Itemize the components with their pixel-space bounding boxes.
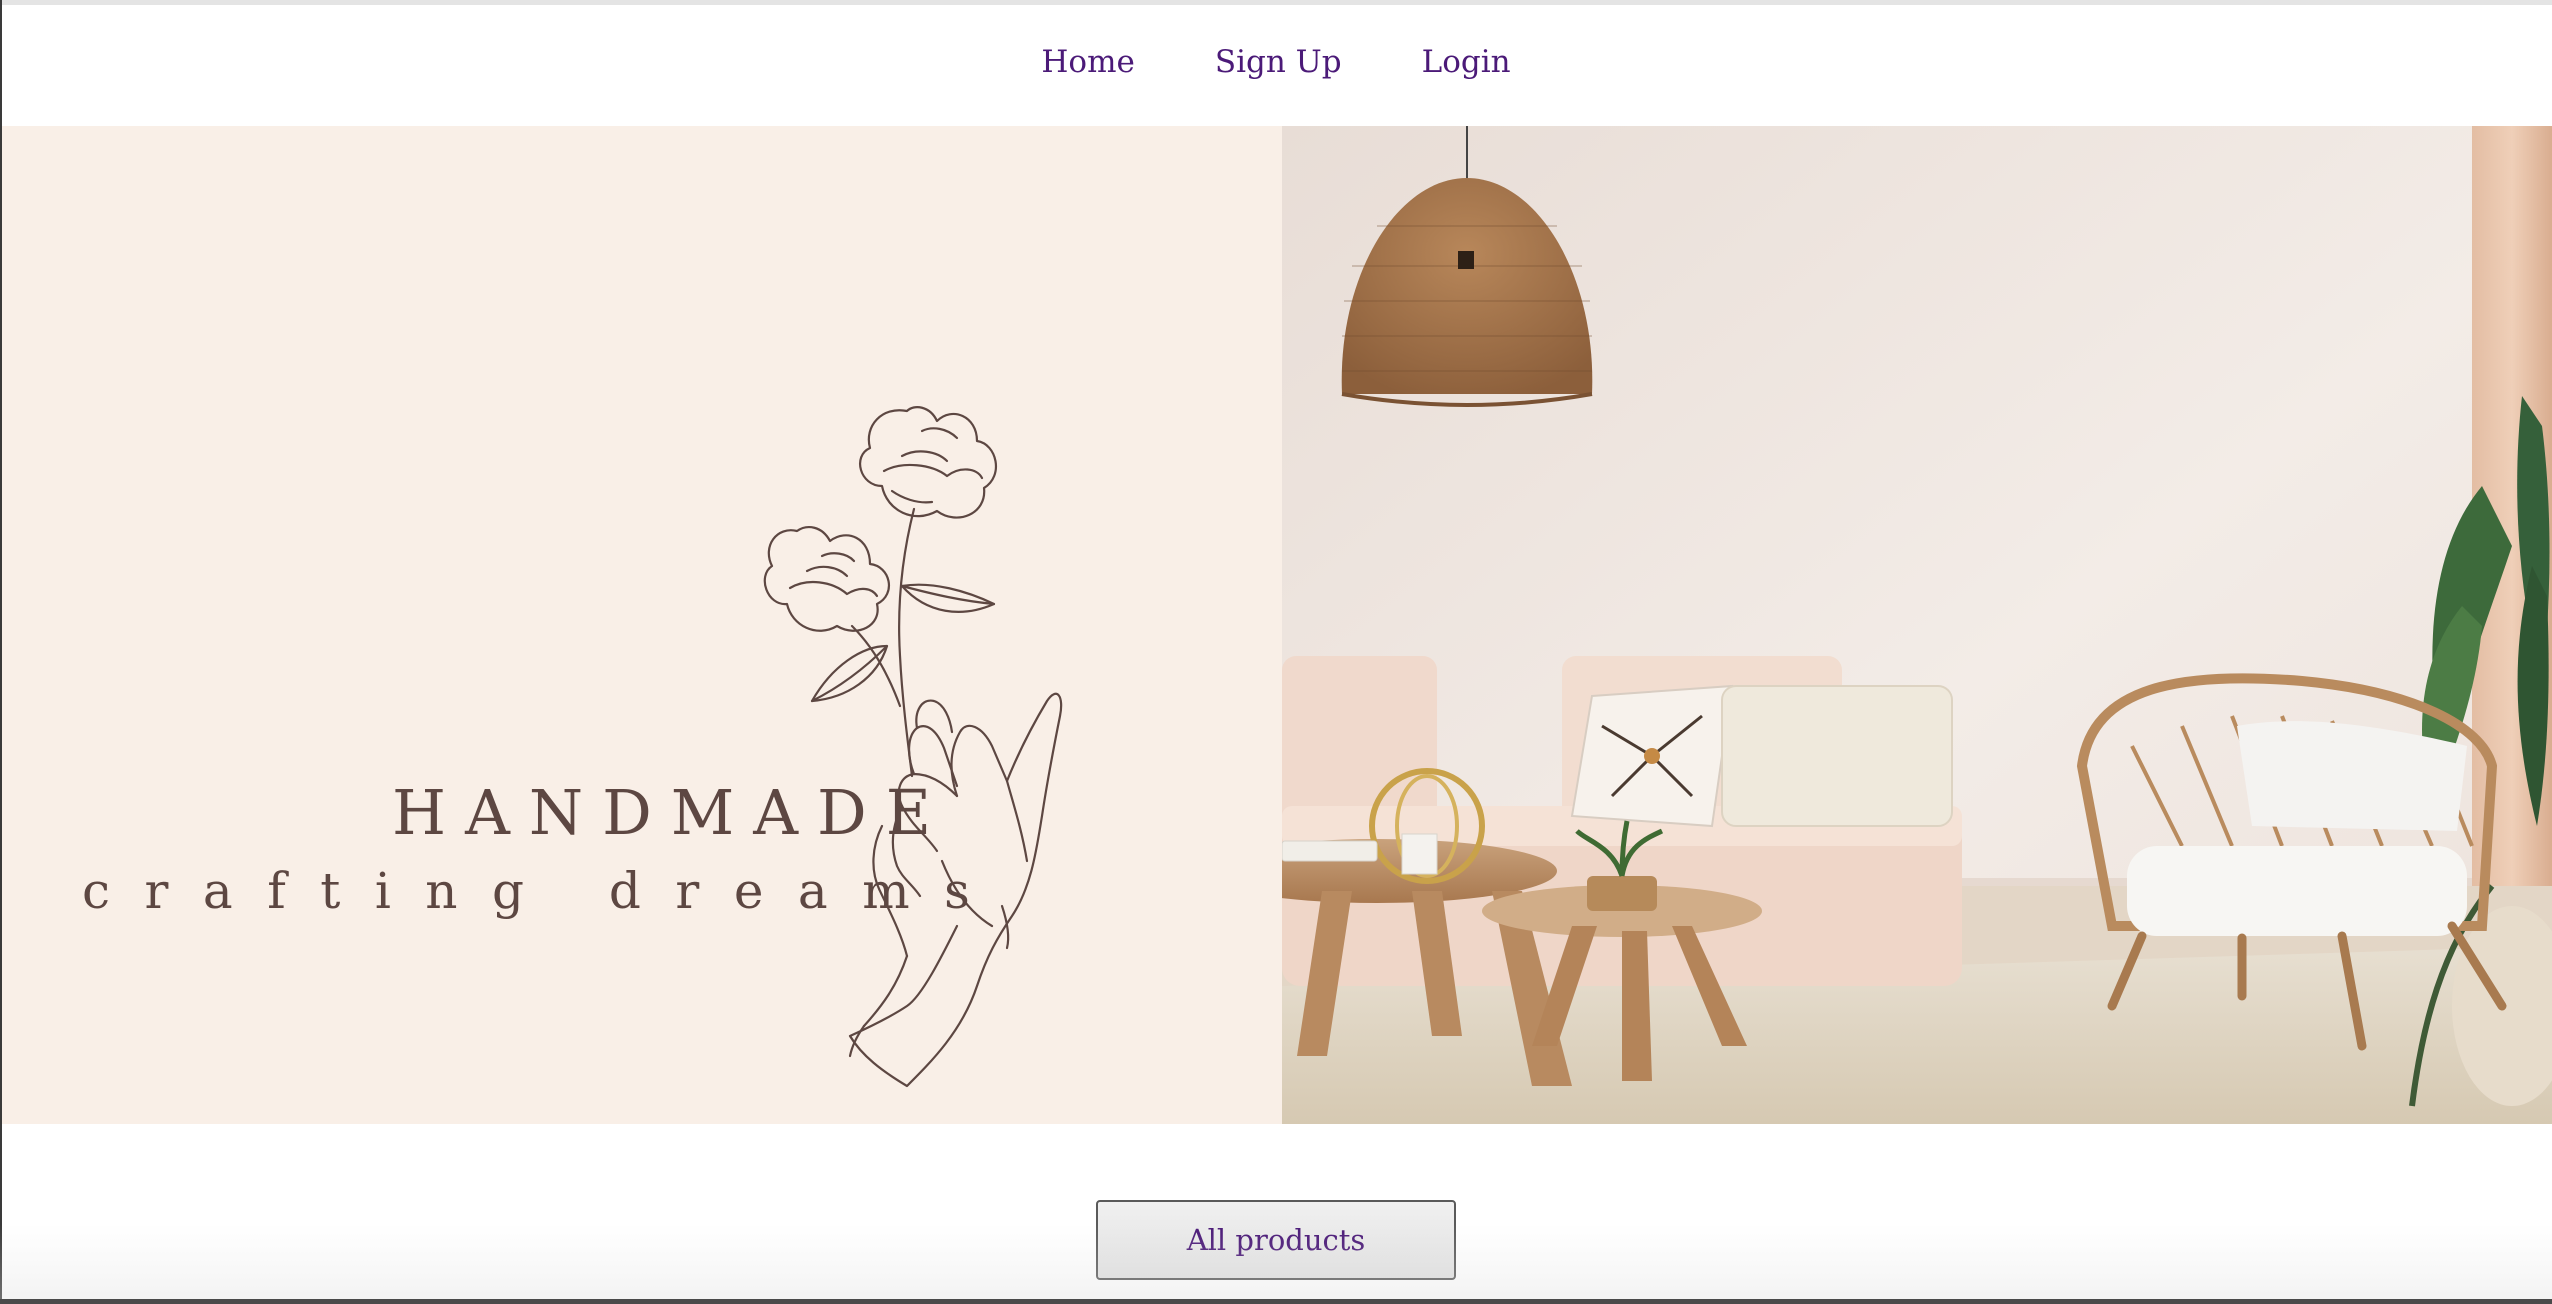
window-bottom-border [0, 1299, 2552, 1304]
nav-signup-link[interactable]: Sign Up [1215, 44, 1342, 80]
living-room-photo [1282, 126, 2552, 1124]
page: Home Sign Up Login HANDMADE crafting dre… [0, 0, 2552, 1304]
brand-logo-panel: HANDMADE crafting dreams [2, 126, 1282, 1124]
top-nav: Home Sign Up Login [0, 5, 2552, 125]
brand-subtitle: crafting dreams [82, 862, 1005, 920]
all-products-button[interactable]: All products [1096, 1200, 1456, 1280]
brand-title: HANDMADE [392, 776, 951, 849]
nav-login-link[interactable]: Login [1422, 44, 1511, 80]
flower-hand-icon [763, 406, 1063, 1088]
hero-banner: HANDMADE crafting dreams [2, 126, 2552, 1124]
cta-wrapper: All products [0, 1200, 2552, 1280]
nav-links: Home Sign Up Login [1041, 44, 1510, 80]
living-room-illustration [1282, 126, 2552, 1124]
nav-home-link[interactable]: Home [1041, 44, 1134, 80]
